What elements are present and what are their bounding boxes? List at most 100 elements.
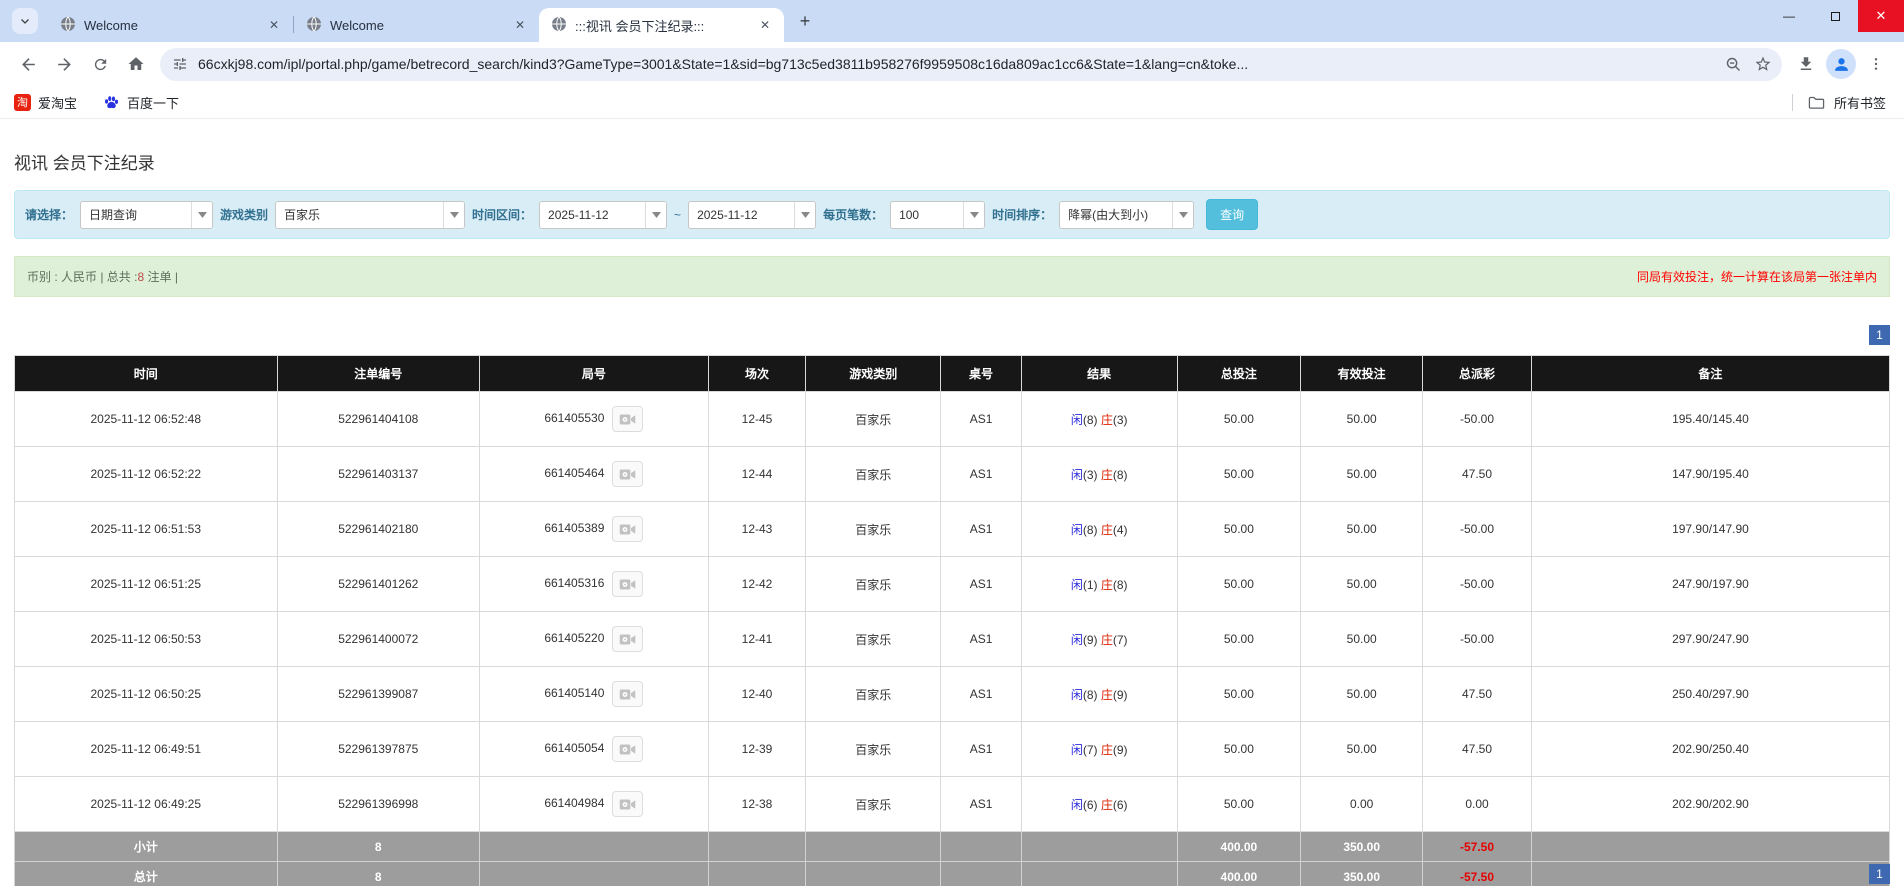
cell-total-bet[interactable]: 50.00	[1176, 776, 1302, 832]
video-replay-button[interactable]	[612, 406, 644, 432]
cell-valid-bet: 50.00	[1300, 501, 1424, 557]
dropdown-arrow-icon	[963, 201, 985, 228]
bookmark-star-icon[interactable]	[1748, 49, 1778, 79]
time-sort-select[interactable]: 降幂(由大到小)	[1059, 200, 1195, 229]
zoom-out-indicator-icon[interactable]	[1718, 49, 1748, 79]
pagination-page-1[interactable]: 1	[1869, 325, 1890, 345]
taobao-icon: 淘	[14, 93, 31, 111]
profile-avatar[interactable]	[1826, 49, 1856, 79]
cell-valid-bet: 50.00	[1300, 666, 1424, 722]
tab-search-button[interactable]	[12, 8, 38, 34]
reload-button[interactable]	[84, 48, 116, 80]
baidu-paw-icon	[104, 95, 119, 108]
address-bar[interactable]: 66cxkj98.com/ipl/portal.php/game/betreco…	[160, 47, 1782, 81]
url-text[interactable]: 66cxkj98.com/ipl/portal.php/game/betreco…	[198, 56, 1718, 72]
cell-session: 12-41	[707, 611, 807, 667]
close-window-button[interactable]: ✕	[1858, 0, 1904, 32]
cell-total-bet[interactable]: 50.00	[1176, 666, 1302, 722]
tab-welcome-1[interactable]: Welcome ✕	[48, 8, 293, 42]
cell-total-bet[interactable]: 50.00	[1176, 446, 1302, 502]
date-to-select[interactable]: 2025-11-12	[688, 200, 817, 229]
subtotal-row: 小计 8 400.00 350.00 -57.50	[14, 831, 1891, 862]
result-player: 闲(8)	[1070, 687, 1098, 702]
cell-order-id: 522961404108	[276, 391, 480, 447]
downloads-button[interactable]	[1790, 48, 1822, 80]
cell-total-payout: -50.00	[1422, 556, 1532, 612]
bookmark-taobao[interactable]: 淘 爱淘宝	[14, 93, 77, 112]
cell-total-payout: -50.00	[1422, 501, 1532, 557]
maximize-button[interactable]	[1812, 0, 1858, 32]
cell-remark: 202.90/250.40	[1530, 721, 1891, 777]
cell-table-no: AS1	[940, 391, 1022, 447]
search-button[interactable]: 查询	[1206, 199, 1259, 230]
pagination-page-1[interactable]: 1	[1869, 864, 1890, 884]
empty-cell	[940, 861, 1022, 886]
video-replay-button[interactable]	[612, 626, 644, 652]
cell-round: 661405530	[479, 391, 709, 447]
cell-remark: 297.90/247.90	[1530, 611, 1891, 667]
cell-total-bet[interactable]: 50.00	[1176, 556, 1302, 612]
cell-order-id: 522961400072	[276, 611, 480, 667]
result-banker: 庄(6)	[1100, 797, 1128, 812]
cell-remark: 247.90/197.90	[1530, 556, 1891, 612]
cell-order-id: 522961401262	[276, 556, 480, 612]
new-tab-button[interactable]: +	[792, 8, 818, 34]
cell-session: 12-39	[707, 721, 807, 777]
cell-game-category: 百家乐	[805, 501, 942, 557]
cell-total-bet[interactable]: 50.00	[1176, 391, 1302, 447]
forward-arrow-icon	[57, 57, 71, 71]
video-replay-button[interactable]	[612, 681, 644, 707]
cell-total-payout: 47.50	[1422, 666, 1532, 722]
cell-table-no: AS1	[940, 446, 1022, 502]
all-bookmarks[interactable]: 所有书签	[1791, 93, 1890, 112]
site-info-icon[interactable]	[172, 56, 188, 72]
result-player: 闲(8)	[1070, 522, 1098, 537]
home-button[interactable]	[120, 48, 152, 80]
result-player: 闲(6)	[1070, 797, 1098, 812]
video-replay-button[interactable]	[612, 791, 644, 817]
page-content: 视讯 会员下注纪录 请选择： 日期查询 游戏类别 百家乐 时间区间： 2025-…	[0, 149, 1904, 886]
video-camera-icon	[620, 579, 636, 589]
currency-summary: 币别 : 人民币 | 总共 :8 注单 |	[27, 270, 178, 284]
three-dots-icon	[1874, 58, 1878, 70]
page-size-select[interactable]: 100	[890, 200, 986, 229]
tab-close-icon[interactable]: ✕	[265, 16, 283, 34]
video-replay-button[interactable]	[612, 736, 644, 762]
tab-bet-records[interactable]: :::视讯 会员下注纪录::: ✕	[539, 8, 784, 42]
round-number: 661405389	[544, 521, 605, 536]
date-from-select[interactable]: 2025-11-12	[539, 200, 668, 229]
empty-cell	[479, 861, 709, 886]
video-camera-icon	[620, 524, 636, 534]
query-type-select[interactable]: 日期查询	[80, 200, 214, 229]
window-controls: — ✕	[1766, 0, 1904, 32]
cell-total-bet[interactable]: 50.00	[1176, 611, 1302, 667]
cell-round: 661405389	[479, 501, 709, 557]
all-bookmarks-label: 所有书签	[1833, 95, 1886, 111]
tab-close-icon[interactable]: ✕	[511, 16, 529, 34]
cell-valid-bet: 50.00	[1300, 556, 1424, 612]
forward-button[interactable]	[48, 48, 80, 80]
browser-menu-button[interactable]	[1860, 48, 1892, 80]
cell-total-payout: -50.00	[1422, 391, 1532, 447]
cell-total-bet[interactable]: 50.00	[1176, 721, 1302, 777]
result-banker: 庄(8)	[1100, 577, 1128, 592]
video-replay-button[interactable]	[612, 461, 644, 487]
filter-bar: 请选择： 日期查询 游戏类别 百家乐 时间区间： 2025-11-12 ~ 20…	[14, 190, 1890, 239]
empty-cell	[1020, 831, 1178, 862]
bookmark-baidu[interactable]: 百度一下	[103, 93, 179, 112]
minimize-button[interactable]: —	[1766, 0, 1812, 32]
round-number: 661405316	[544, 576, 605, 591]
empty-cell	[1530, 831, 1891, 862]
header-total-bet: 总投注	[1176, 355, 1302, 392]
cell-total-bet[interactable]: 50.00	[1176, 501, 1302, 557]
game-category-select[interactable]: 百家乐	[275, 200, 466, 229]
video-replay-button[interactable]	[612, 571, 644, 597]
back-button[interactable]	[12, 48, 44, 80]
cell-order-id: 522961403137	[276, 446, 480, 502]
date-to-value: 2025-11-12	[697, 207, 758, 222]
tab-welcome-2[interactable]: Welcome ✕	[294, 8, 539, 42]
tab-close-icon[interactable]: ✕	[756, 16, 774, 34]
round-number: 661405464	[544, 466, 605, 481]
empty-cell	[1020, 861, 1178, 886]
video-replay-button[interactable]	[612, 516, 644, 542]
